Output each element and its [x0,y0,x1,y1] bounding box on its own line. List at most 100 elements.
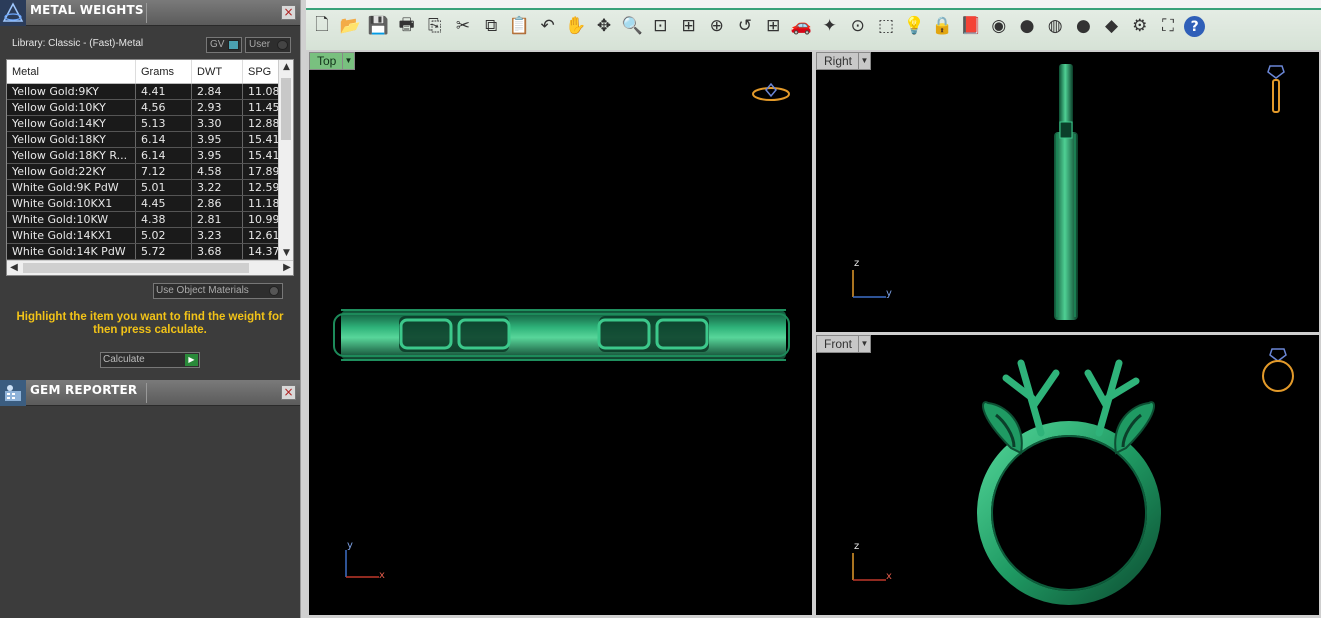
new-icon[interactable]: 🗋 [310,14,334,38]
table-cell: 12.88 [243,116,280,131]
horizontal-scrollbar[interactable]: ◀ ▶ [7,260,293,275]
cut-icon[interactable]: ✂ [451,14,475,38]
table-row[interactable]: White Gold:9K PdW 5.01 3.22 12.59 [7,180,280,196]
osnap-circle-icon[interactable]: ⊙ [846,14,870,38]
main-toolbar: 🗋 📂 💾 🖶 ⎘ ✂ ⧉ 📋 ↶ ✋ ✥ 🔍 ⊡ ⊞ ⊕ ↺ ⊞ 🚗 ✦ ⊙ ⬚ 💡 🔒 📕 ◉ ● ◍ ● ◆ ⚙ ⛶? [306,0,1321,50]
viewport-right[interactable]: Right ▼ z y [816,52,1319,332]
table-row[interactable]: Yellow Gold:18KY 6.14 3.95 15.41 [7,132,280,148]
table-row[interactable]: White Gold:10KW 4.38 2.81 10.99 [7,212,280,228]
table-cell: Yellow Gold:18KY R... [7,148,136,163]
vertical-scrollbar[interactable]: ▲ ▼ [278,60,293,260]
table-cell: White Gold:10KX1 [7,196,136,211]
table-cell: 6.14 [136,132,192,147]
render-sphere-icon[interactable]: ◍ [1043,14,1067,38]
chevron-down-icon[interactable]: ▼ [342,53,354,69]
scroll-thumb[interactable] [281,78,291,140]
table-cell: Yellow Gold:10KY [7,100,136,115]
zoom-window-icon[interactable]: ⊡ [648,14,672,38]
column-header-spg[interactable]: SPG [243,60,280,83]
undo-icon[interactable]: ↶ [536,14,560,38]
user-toggle[interactable]: User [245,37,291,53]
chevron-down-icon[interactable]: ▼ [858,53,870,69]
blue-sphere-icon[interactable]: ● [1071,14,1095,38]
scroll-right-icon[interactable]: ▶ [280,261,293,275]
toggle-on-icon [228,40,239,50]
table-cell: 5.02 [136,228,192,243]
export-icon[interactable]: ⎘ [423,14,447,38]
use-object-materials-label: Use Object Materials [156,285,249,296]
color-wheel-icon[interactable]: ◉ [987,14,1011,38]
column-header-grams[interactable]: Grams [136,60,192,83]
print-icon[interactable]: 🖶 [395,14,419,38]
table-row[interactable]: Yellow Gold:18KY R... 6.14 3.95 15.41 [7,148,280,164]
panel-title: GEM REPORTER [30,383,138,397]
four-viewports-icon[interactable]: ⊞ [761,14,785,38]
viewport-label: Front [824,337,853,351]
viewport-top[interactable]: Top ▼ y x [309,52,812,615]
ring-top-view-model [333,309,790,361]
zoom-extents-icon[interactable]: ⊞ [677,14,701,38]
table-row[interactable]: White Gold:10KX1 4.45 2.86 11.18 [7,196,280,212]
close-panel-button[interactable]: × [281,5,296,20]
close-panel-button[interactable]: × [281,385,296,400]
lock-icon[interactable]: 🔒 [930,14,954,38]
table-row[interactable]: White Gold:14K PdW 5.72 3.68 14.37 [7,244,280,260]
gem-reporter-icon [0,380,26,406]
table-cell: 3.22 [192,180,243,195]
layers-icon[interactable]: ⬚ [874,14,898,38]
light-cone-icon[interactable]: ◆ [1100,14,1124,38]
chevron-down-icon[interactable]: ▼ [858,336,870,352]
car-icon[interactable]: 🚗 [789,14,813,38]
undo-view-icon[interactable]: ↺ [733,14,757,38]
group-icon[interactable]: ⛶ [1156,14,1180,38]
viewport-tab-top[interactable]: Top ▼ [309,52,355,70]
use-object-materials-toggle[interactable]: Use Object Materials [153,283,283,299]
zoom-icon[interactable]: 🔍 [620,14,644,38]
column-header-dwt[interactable]: DWT [192,60,243,83]
scroll-up-icon[interactable]: ▲ [279,60,293,74]
axis-label-y: y [886,288,892,299]
save-icon[interactable]: 💾 [366,14,390,38]
scroll-down-icon[interactable]: ▼ [279,246,293,260]
toggle-off-icon [269,286,279,296]
table-cell: 3.95 [192,148,243,163]
table-row[interactable]: Yellow Gold:9KY 4.41 2.84 11.08 [7,84,280,100]
table-row[interactable]: Yellow Gold:10KY 4.56 2.93 11.45 [7,100,280,116]
table-cell: 3.68 [192,244,243,259]
metal-table: Metal Grams DWT SPG Yellow Gold:9KY 4.41 2… [6,59,294,276]
gv-toggle[interactable]: GV [206,37,242,53]
header-divider [146,3,147,23]
viewport-tab-right[interactable]: Right ▼ [816,52,871,70]
axis-label-z: z [854,258,860,269]
object-snap-icon[interactable]: ✦ [818,14,842,38]
table-cell: 5.72 [136,244,192,259]
lightbulb-icon[interactable]: 💡 [902,14,926,38]
rotate-view-icon[interactable]: ✥ [592,14,616,38]
settings-gear-icon[interactable]: ⚙ [1128,14,1152,38]
shade-sphere-icon[interactable]: ● [1015,14,1039,38]
table-row[interactable]: White Gold:14KX1 5.02 3.23 12.61 [7,228,280,244]
table-cell: 12.59 [243,180,280,195]
paste-icon[interactable]: 📋 [507,14,531,38]
open-icon[interactable]: 📂 [338,14,362,38]
copy-icon[interactable]: ⧉ [479,14,503,38]
viewport-front[interactable]: Front ▼ z x [816,335,1319,615]
hscroll-thumb[interactable] [23,263,249,273]
viewport-area: Top ▼ y x Right ▼ z y Front ▼ z x [306,50,1321,618]
material-book-icon[interactable]: 📕 [959,14,983,38]
table-row[interactable]: Yellow Gold:22KY 7.12 4.58 17.89 [7,164,280,180]
pan-hand-icon[interactable]: ✋ [564,14,588,38]
column-header-metal[interactable]: Metal [7,60,136,83]
table-body: Yellow Gold:9KY 4.41 2.84 11.08 Yellow Gold:… [7,84,280,260]
calculate-button[interactable]: Calculate ▶ [100,352,200,368]
table-cell: Yellow Gold:14KY [7,116,136,131]
axis-label-z: z [854,541,860,552]
table-cell: Yellow Gold:22KY [7,164,136,179]
zoom-selected-icon[interactable]: ⊕ [705,14,729,38]
help-icon[interactable]: ? [1184,16,1206,37]
table-row[interactable]: Yellow Gold:14KY 5.13 3.30 12.88 [7,116,280,132]
axis-label-x: x [379,570,385,581]
scroll-left-icon[interactable]: ◀ [7,261,21,275]
table-cell: 5.13 [136,116,192,131]
viewport-tab-front[interactable]: Front ▼ [816,335,871,353]
